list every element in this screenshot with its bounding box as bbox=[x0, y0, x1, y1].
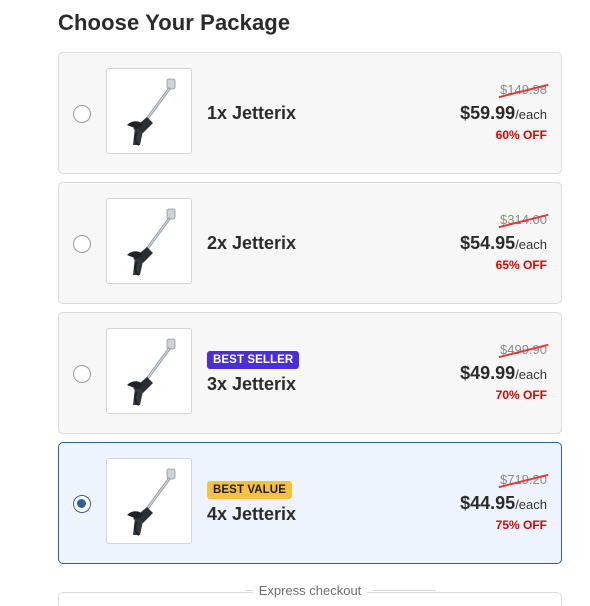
package-option-3[interactable]: BEST SELLER 3x Jetterix $499.90 $49.99/e… bbox=[58, 312, 562, 434]
package-radio[interactable] bbox=[73, 235, 91, 253]
product-image bbox=[106, 328, 192, 414]
discount-label: 60% OFF bbox=[495, 128, 547, 142]
price-unit: /each bbox=[515, 107, 547, 122]
sale-price: $49.99 bbox=[460, 363, 516, 383]
original-price: $314.00 bbox=[498, 212, 549, 228]
package-name: 1x Jetterix bbox=[207, 102, 297, 123]
price-unit: /each bbox=[515, 237, 547, 252]
original-price: $499.90 bbox=[498, 342, 549, 358]
original-price: $149.98 bbox=[498, 82, 549, 98]
pressure-washer-wand-icon bbox=[127, 208, 176, 276]
original-price: $719.20 bbox=[498, 472, 549, 488]
best-seller-badge: BEST SELLER bbox=[207, 351, 300, 369]
price-unit: /each bbox=[515, 497, 547, 512]
price-unit: /each bbox=[515, 367, 547, 382]
discount-label: 65% OFF bbox=[495, 258, 547, 272]
package-option-1[interactable]: 1x Jetterix $149.98 $59.99/each 60% OFF bbox=[58, 52, 562, 174]
package-radio[interactable] bbox=[73, 495, 91, 513]
product-image bbox=[106, 198, 192, 284]
pressure-washer-wand-icon bbox=[127, 338, 176, 406]
pressure-washer-wand-icon bbox=[127, 468, 176, 536]
express-checkout-label: Express checkout bbox=[252, 583, 368, 598]
sale-price: $59.99 bbox=[460, 103, 516, 123]
package-option-4[interactable]: BEST VALUE 4x Jetterix $719.20 $44.95/ea… bbox=[58, 442, 562, 564]
package-radio[interactable] bbox=[73, 365, 91, 383]
discount-label: 70% OFF bbox=[495, 388, 547, 402]
product-image bbox=[106, 68, 192, 154]
package-name: 2x Jetterix bbox=[207, 232, 297, 253]
package-radio[interactable] bbox=[73, 105, 91, 123]
package-name: 3x Jetterix bbox=[207, 374, 297, 394]
discount-label: 75% OFF bbox=[495, 518, 547, 532]
page-title: Choose Your Package bbox=[58, 10, 291, 35]
sale-price: $44.95 bbox=[460, 493, 516, 513]
best-value-badge: BEST VALUE bbox=[207, 481, 292, 499]
package-name: 4x Jetterix bbox=[207, 504, 297, 524]
package-option-2[interactable]: 2x Jetterix $314.00 $54.95/each 65% OFF bbox=[58, 182, 562, 304]
sale-price: $54.95 bbox=[460, 233, 516, 253]
express-checkout-divider: Express checkout bbox=[58, 582, 562, 602]
pressure-washer-wand-icon bbox=[127, 78, 176, 146]
product-image bbox=[106, 458, 192, 544]
